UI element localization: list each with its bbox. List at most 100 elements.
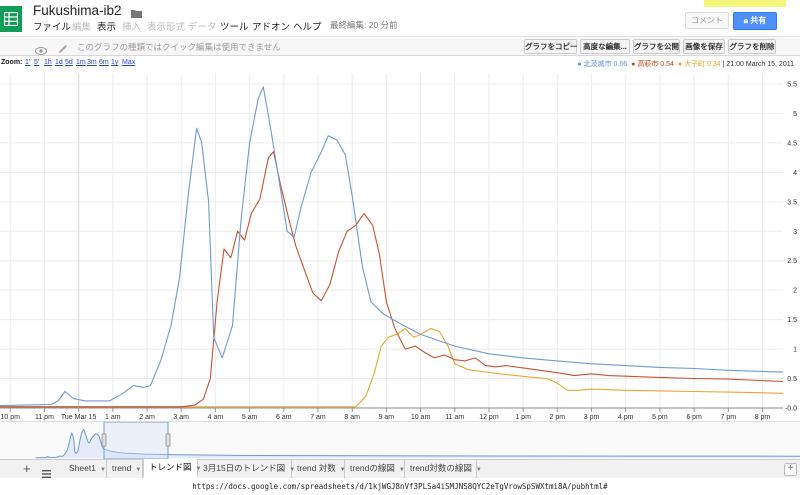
save-image-button[interactable]: 画像を保存 <box>683 39 725 54</box>
menu-item-6[interactable]: ツール <box>220 19 249 33</box>
menu-item-3[interactable]: 挿入 <box>122 19 141 33</box>
menu-item-0[interactable]: ファイル <box>33 19 71 33</box>
series-line-0[interactable] <box>0 86 784 407</box>
x-tick-label: 4 am <box>208 414 224 421</box>
sheet-tab-1[interactable]: trend ▼ <box>107 460 143 478</box>
document-title[interactable]: Fukushima-ib2 <box>33 3 122 18</box>
x-tick-label: 10 am <box>411 414 431 421</box>
x-tick-label: 9 am <box>379 414 395 421</box>
x-tick-label: 7 am <box>310 414 326 421</box>
y-axis-labels: 5.5 5 4.5 4 3.5 3 2.5 2 1.5 1 0.5 -0.0 <box>785 82 797 413</box>
publish-chart-button[interactable]: グラフを公開 <box>633 39 680 54</box>
app-header: Fukushima-ib2 ☆ ファイル 編集 表示 挿入 表示形式 データ ツール アドオン… <box>0 0 800 36</box>
x-axis-labels: 10 pm 11 pm Tue Mar 15 1 am 2 am 3 am 4 am 5 am… <box>1 414 771 421</box>
published-url: https://docs.google.com/spreadsheets/d/1… <box>0 479 800 495</box>
sheet-tab-2[interactable]: トレンド図 ▼ <box>143 459 201 478</box>
zoom-3m-link[interactable]: 3m <box>87 59 97 66</box>
sheet-tab-0[interactable]: Sheet1 ▼ <box>64 460 107 478</box>
y-tick-label: 5 <box>793 111 797 118</box>
sheet-tab-4[interactable]: trend 対数 ▼ <box>292 460 346 478</box>
lock-icon: 🔒︎ <box>743 16 749 25</box>
add-sheet-button[interactable]: + <box>23 462 31 476</box>
sheet-tab-5[interactable]: trendの線図 ▼ <box>345 460 405 478</box>
y-tick-label: 1.5 <box>787 317 797 324</box>
zoom-bar: Zoom: 1' 5' 1h 1d 5d 1m 3m 6m 1y Max ● 北… <box>0 57 800 69</box>
x-tick-label: 1 pm <box>515 414 531 421</box>
x-tick-label: 5 pm <box>652 414 668 421</box>
series-line-1[interactable] <box>0 151 784 408</box>
y-tick-label: 2.5 <box>787 258 797 265</box>
menu-item-5[interactable]: データ <box>188 19 217 33</box>
zoom-1m-link[interactable]: 1m <box>76 59 86 66</box>
x-tick-label: Tue Mar 15 <box>61 414 97 421</box>
chart-grid <box>0 74 783 412</box>
menu-item-1[interactable]: 編集 <box>72 19 91 33</box>
comment-button[interactable]: コメント <box>685 12 729 29</box>
sheet-tab-label: トレンド図 <box>149 462 192 472</box>
y-tick-label: 4 <box>793 170 797 177</box>
y-tick-label: -0.0 <box>785 406 797 413</box>
advanced-edit-button[interactable]: 高度な編集... <box>580 39 630 54</box>
zoom-5min-link[interactable]: 5' <box>34 59 39 66</box>
tab-menu-caret-icon[interactable]: ▼ <box>476 467 482 473</box>
menu-item-7[interactable]: アドオン <box>252 19 290 33</box>
x-tick-label: 4 pm <box>618 414 634 421</box>
zoom-label: Zoom: <box>1 59 23 66</box>
sheet-tab-label: 3月15日のトレンド図 <box>203 463 286 473</box>
legend-series-value: 0.66 <box>613 61 628 68</box>
x-tick-label: 7 pm <box>721 414 737 421</box>
tab-menu-caret-icon[interactable]: ▼ <box>135 467 141 473</box>
legend-series-value: 0.54 <box>660 61 674 68</box>
zoom-1d-link[interactable]: 1d <box>55 59 63 66</box>
x-tick-label: 11 pm <box>35 414 54 421</box>
range-handle-left[interactable] <box>101 433 107 447</box>
share-button-label: 共有 <box>750 16 767 25</box>
zoom-1min-link[interactable]: 1' <box>25 59 30 66</box>
range-handle-right[interactable] <box>165 433 171 447</box>
x-tick-label: 5 am <box>242 414 258 421</box>
range-window[interactable] <box>103 422 169 459</box>
sheet-tab-6[interactable]: trend対数の線図 ▼ <box>405 460 482 478</box>
sheet-tab-bar: + Sheet1 ▼ trend ▼ トレンド図 ▼ 3月15日のトレンド図 ▼ trend 対… <box>0 459 800 478</box>
zoom-5d-link[interactable]: 5d <box>65 59 73 66</box>
sheet-tab-label: trend対数の線図 <box>410 463 472 473</box>
tab-menu-caret-icon[interactable]: ▼ <box>100 467 106 473</box>
delete-chart-button[interactable]: グラフを削除 <box>728 39 776 54</box>
explore-plus-icon[interactable]: + <box>784 463 797 476</box>
zoom-6m-link[interactable]: 6m <box>99 59 109 66</box>
sheet-list-icon[interactable] <box>42 465 51 478</box>
sheets-logo-icon[interactable] <box>0 6 22 32</box>
y-tick-label: 3 <box>793 229 797 236</box>
legend-series-name: 高萩市 <box>637 61 659 68</box>
chart-toolbar: このグラフの種類ではクイック編集は使用できません グラフをコピー 高度な編集..… <box>0 36 800 56</box>
sheet-tab-label: trend <box>112 463 132 473</box>
legend-timestamp: 21:00 March 15, 2011 <box>726 61 794 68</box>
menu-item-8[interactable]: ヘルプ <box>293 19 322 33</box>
x-tick-label: 11 am <box>445 414 464 421</box>
sheet-tab-label: trendの線図 <box>350 463 395 473</box>
legend-entry-0: ● 北茨城市 0.66 <box>577 61 627 68</box>
zoom-max-link[interactable]: Max <box>122 59 135 66</box>
x-tick-label: 10 pm <box>1 414 21 421</box>
x-tick-label: 3 am <box>173 414 189 421</box>
x-tick-label: 12 pm <box>479 414 499 421</box>
y-tick-label: 0.5 <box>787 376 797 383</box>
share-button[interactable]: 🔒︎ 共有 <box>733 12 777 30</box>
legend-entry-1: ● 高萩市 0.54 <box>631 61 674 68</box>
tab-menu-caret-icon[interactable]: ▼ <box>399 467 405 473</box>
menu-item-4[interactable]: 表示形式 <box>147 19 185 33</box>
legend-series-name: 大子町 <box>684 61 706 68</box>
x-tick-label: 1 am <box>105 414 121 421</box>
zoom-1y-link[interactable]: 1y <box>111 59 118 66</box>
zoom-1h-link[interactable]: 1h <box>44 59 52 66</box>
range-selector[interactable] <box>0 421 800 459</box>
copy-chart-button[interactable]: グラフをコピー <box>524 39 578 54</box>
highlight-mark <box>704 0 786 7</box>
star-icon[interactable]: ☆ <box>113 3 124 17</box>
x-tick-label: 8 pm <box>755 414 771 421</box>
y-tick-label: 2 <box>793 288 797 295</box>
last-edit-status[interactable]: 最終編集: 20 分前 <box>330 19 398 31</box>
sheet-tab-3[interactable]: 3月15日のトレンド図 ▼ <box>198 460 295 478</box>
menu-item-2[interactable]: 表示 <box>97 19 116 33</box>
line-chart[interactable]: 5.5 5 4.5 4 3.5 3 2.5 2 1.5 1 0.5 -0.0 10 pm 11 pm Tu… <box>0 70 800 421</box>
